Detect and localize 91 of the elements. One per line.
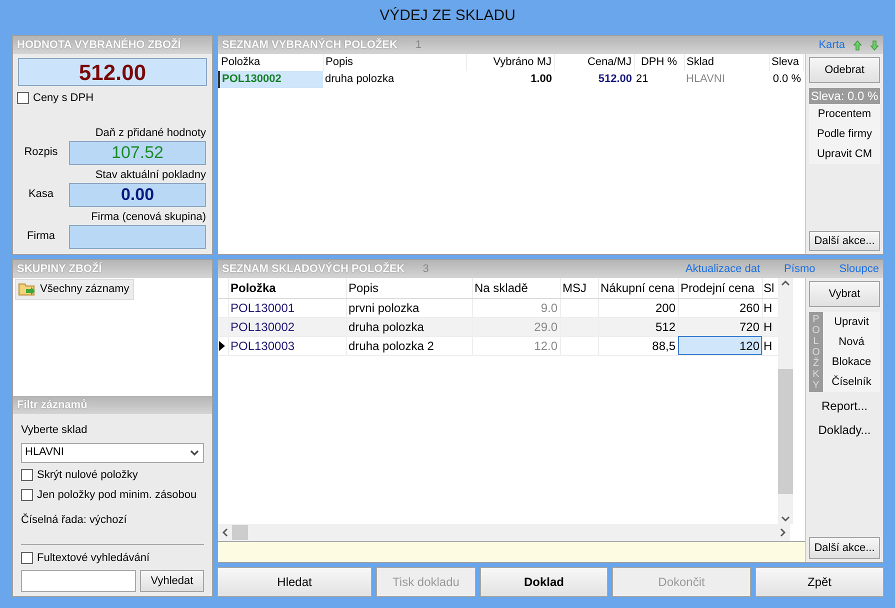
item-action[interactable]: Číselník <box>832 372 872 392</box>
field-caption: Stav aktuální pokladny <box>94 168 207 182</box>
group-label: POLOŽKY <box>811 314 821 392</box>
discount-action[interactable]: Upravit CM <box>816 144 872 164</box>
window-title: VÝDEJ ZE SKLADU <box>380 6 516 26</box>
table-cell: druha polozka <box>346 317 472 336</box>
scroll-thumb[interactable] <box>232 525 248 540</box>
action-button[interactable]: Zpět <box>755 567 884 597</box>
table-cell: druha polozka 2 <box>346 336 472 355</box>
vertical-scrollbar[interactable] <box>778 278 793 524</box>
table-cell: POL130003 <box>228 336 346 355</box>
discount-action[interactable]: Procentem <box>818 104 872 124</box>
horizontal-scrollbar[interactable] <box>218 524 790 541</box>
column-header[interactable]: Popis <box>323 54 466 70</box>
table-cell: 512 <box>598 317 678 336</box>
tree-item[interactable]: Všechny záznamy <box>15 279 134 300</box>
scroll-down-icon[interactable] <box>781 516 790 522</box>
item-action[interactable]: Upravit <box>834 312 869 332</box>
field-label: Firma <box>26 229 56 244</box>
folder-icon <box>18 282 36 296</box>
table-cell: 21 <box>634 70 684 88</box>
warehouse-select[interactable]: HLAVNI <box>21 442 204 462</box>
discount-header: Sleva: 0.0 % <box>809 88 880 104</box>
scroll-left-icon[interactable] <box>222 528 228 537</box>
number-series-label: Číselná řada: výchozí <box>21 512 128 528</box>
column-header[interactable]: Cena/MJ <box>554 54 634 70</box>
panel-title: SEZNAM VYBRANÝCH POLOŽEK <box>222 37 398 53</box>
more-actions-button[interactable]: Další akce... <box>809 537 880 559</box>
column-header[interactable]: Sklad <box>684 54 769 70</box>
select-button[interactable]: Vybrat <box>809 281 880 307</box>
checkbox-label: Fultextové vyhledávání <box>37 550 150 566</box>
scroll-right-icon[interactable] <box>780 528 786 537</box>
table-cell: POL130001 <box>228 298 346 317</box>
panel-title: SKUPINY ZBOŽÍ <box>17 261 102 277</box>
field-label: Vyberte sklad <box>21 423 88 438</box>
checkbox-label: Ceny s DPH <box>33 91 94 106</box>
scroll-up-icon[interactable] <box>781 280 790 286</box>
item-action[interactable]: Report... <box>821 396 868 416</box>
table-cell: POL130002 <box>219 70 323 88</box>
item-action[interactable]: Doklady... <box>818 420 871 440</box>
checkbox-label: Skrýt nulové položky <box>37 468 138 482</box>
column-header[interactable]: MSJ <box>560 278 598 298</box>
table-cell: HLAVNI <box>684 70 769 88</box>
column-header[interactable]: Nákupní cena <box>598 278 678 298</box>
search-button[interactable]: Vyhledat <box>140 570 204 592</box>
panel-title: SEZNAM SKLADOVÝCH POLOŽEK <box>222 261 405 277</box>
item-action[interactable]: Blokace <box>832 352 872 372</box>
checkbox[interactable] <box>21 552 33 564</box>
total-display: 512.00 <box>18 58 207 86</box>
table-cell: 9.0 <box>472 298 560 317</box>
table-cell: POL130002 <box>228 317 346 336</box>
more-actions-button[interactable]: Další akce... <box>809 231 880 251</box>
checkbox[interactable] <box>21 489 33 502</box>
table-cell: 512.00 <box>554 70 634 88</box>
field-label: Rozpis <box>23 145 59 160</box>
discount-action[interactable]: Podle firmy <box>816 124 872 144</box>
search-field[interactable] <box>21 570 136 592</box>
item-action[interactable]: Nová <box>838 332 864 352</box>
item-count: 1 <box>415 38 422 53</box>
table-cell: druha polozka <box>323 70 466 88</box>
table-cell: 260 <box>678 298 762 317</box>
column-header[interactable]: Popis <box>346 278 472 298</box>
table-cell: 12.0 <box>472 336 560 355</box>
field-caption: Daň z přidané hodnoty <box>94 126 207 140</box>
column-header[interactable]: Vybráno MJ <box>466 54 554 70</box>
table-cell: 0.0 % <box>769 70 803 88</box>
column-header[interactable]: Sleva <box>769 54 803 70</box>
table-cell: 120 <box>678 336 762 355</box>
field-caption: Firma (cenová skupina) <box>90 210 207 224</box>
caret-icon <box>190 450 199 456</box>
panel-title: HODNOTA VYBRANÉHO ZBOŽÍ <box>17 37 181 53</box>
value-field: 0.00 <box>69 182 206 206</box>
action-button[interactable]: Hledat <box>217 567 372 597</box>
item-count: 3 <box>422 262 429 277</box>
checkbox[interactable] <box>21 468 33 481</box>
table-cell: 200 <box>598 298 678 317</box>
column-header[interactable]: Na skladě <box>472 278 560 298</box>
section-title: Filtr záznamů <box>17 398 88 413</box>
column-header[interactable]: DPH % <box>634 54 684 70</box>
value-field: 107.52 <box>69 140 206 164</box>
checkbox[interactable] <box>17 92 29 104</box>
table-cell: 29.0 <box>472 317 560 336</box>
field-label: Kasa <box>27 187 55 202</box>
scroll-thumb[interactable] <box>778 368 793 494</box>
column-header[interactable]: Prodejní cena <box>678 278 762 298</box>
checkbox-label: Jen položky pod minim. zásobou <box>37 488 197 503</box>
table-cell: 1.00 <box>466 70 554 88</box>
column-header[interactable]: Položka <box>228 278 346 298</box>
action-button[interactable]: Doklad <box>480 567 608 597</box>
table-cell: prvni polozka <box>346 298 472 317</box>
remove-button[interactable]: Odebrat <box>809 57 880 83</box>
